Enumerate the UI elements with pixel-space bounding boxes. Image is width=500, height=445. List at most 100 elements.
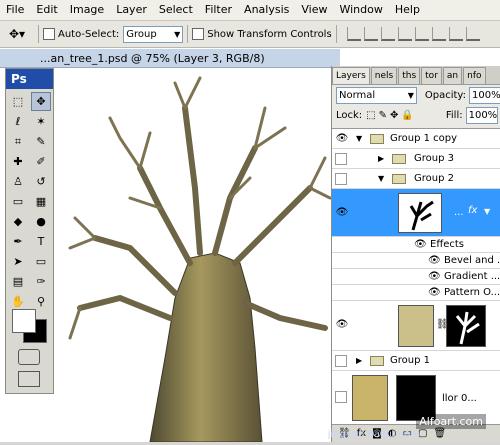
- lock-image-icon[interactable]: ✎: [379, 110, 387, 121]
- lasso-tool-icon[interactable]: ℓ: [8, 112, 28, 131]
- opacity-field[interactable]: 100%: [469, 86, 500, 104]
- show-transform-label: Show Transform Controls: [207, 28, 332, 40]
- align-right-icon[interactable]: [431, 27, 446, 41]
- layer-row-group-1-copy[interactable]: 👁 ▼ Group 1 copy: [332, 129, 500, 149]
- visibility-eye-icon[interactable]: 👁: [335, 133, 349, 145]
- move-tool-icon[interactable]: ✥: [31, 92, 51, 111]
- gradient-tool-icon[interactable]: ▦: [31, 192, 51, 211]
- tab-navigator[interactable]: tor: [421, 67, 442, 84]
- quick-mask-icon[interactable]: [18, 349, 40, 365]
- auto-select-label: Auto-Select:: [58, 28, 120, 40]
- effect-pattern-row[interactable]: 👁 Pattern O...: [332, 285, 500, 301]
- align-bottom-icon[interactable]: [380, 27, 395, 41]
- chevron-down-icon[interactable]: ▼: [378, 174, 384, 183]
- align-hcenter-icon[interactable]: [414, 27, 429, 41]
- chevron-right-icon[interactable]: ▶: [378, 154, 384, 163]
- effect-name: Pattern O...: [444, 287, 500, 298]
- chevron-down-icon[interactable]: ▼: [356, 134, 362, 143]
- folder-icon: [370, 134, 384, 144]
- fx-badge[interactable]: fx: [468, 205, 477, 216]
- magic-wand-tool-icon[interactable]: ✶: [31, 112, 51, 131]
- lock-all-icon[interactable]: 🔒: [401, 110, 413, 121]
- notes-tool-icon[interactable]: ▤: [8, 272, 28, 291]
- tab-paths[interactable]: ths: [398, 67, 421, 84]
- move-tool-preset-icon[interactable]: ✥▾: [0, 23, 34, 45]
- effects-row[interactable]: 👁 Effects: [332, 237, 500, 253]
- visibility-toggle[interactable]: [335, 173, 347, 185]
- tab-layers[interactable]: Layers: [332, 67, 370, 84]
- tab-info[interactable]: nfo: [463, 67, 486, 84]
- path-select-icon[interactable]: ➤: [8, 252, 28, 271]
- opacity-value: 100%: [472, 89, 500, 101]
- chevron-down-icon[interactable]: ▼: [484, 207, 490, 216]
- fill-field[interactable]: 100%: [465, 106, 498, 124]
- trash-icon[interactable]: 🗑: [434, 428, 447, 439]
- history-brush-icon[interactable]: ↺: [31, 172, 51, 191]
- distribute-icon[interactable]: [465, 27, 480, 41]
- separator: [335, 25, 337, 43]
- layer-row-layer-3-selected[interactable]: 👁 ... fx ▼: [332, 189, 500, 237]
- stamp-tool-icon[interactable]: ♙: [8, 172, 28, 191]
- layer-row-group-2[interactable]: ▼ Group 2: [332, 169, 500, 189]
- effect-eye-icon[interactable]: 👁: [428, 287, 441, 298]
- menu-view[interactable]: View: [295, 0, 333, 20]
- menu-window[interactable]: Window: [333, 0, 388, 20]
- auto-select-checkbox[interactable]: [43, 28, 55, 40]
- pen-tool-icon[interactable]: ✒: [8, 232, 28, 251]
- effect-gradient-row[interactable]: 👁 Gradient ...: [332, 269, 500, 285]
- eyedropper-tool-icon[interactable]: ✑: [31, 272, 51, 291]
- tab-channels[interactable]: nels: [370, 67, 398, 84]
- lock-transparency-icon[interactable]: ⬚: [366, 110, 375, 121]
- options-bar: ✥▾ Auto-Select: Group ▼ Show Transform C…: [0, 21, 500, 48]
- align-buttons: [346, 27, 480, 41]
- eraser-tool-icon[interactable]: ▭: [8, 192, 28, 211]
- menu-select[interactable]: Select: [153, 0, 199, 20]
- menu-image[interactable]: Image: [64, 0, 110, 20]
- menu-analysis[interactable]: Analysis: [238, 0, 295, 20]
- effect-eye-icon[interactable]: 👁: [428, 255, 441, 266]
- dodge-tool-icon[interactable]: ●: [31, 212, 51, 231]
- document-title-tab[interactable]: ...an_tree_1.psd @ 75% (Layer 3, RGB/8): [0, 49, 340, 68]
- layer-row-group-1[interactable]: ▶ Group 1: [332, 351, 500, 371]
- show-transform-checkbox[interactable]: [192, 28, 205, 40]
- auto-select-dropdown[interactable]: Group ▼: [123, 25, 184, 43]
- visibility-eye-icon[interactable]: 👁: [335, 319, 349, 331]
- distribute-icon[interactable]: [448, 27, 463, 41]
- visibility-toggle[interactable]: [335, 355, 347, 367]
- layer-row-tree-masked[interactable]: 👁 ⛓: [332, 301, 500, 351]
- visibility-toggle[interactable]: [335, 153, 347, 165]
- separator: [38, 25, 39, 43]
- blend-mode-dropdown[interactable]: Normal ▼: [336, 86, 417, 104]
- chevron-right-icon[interactable]: ▶: [356, 356, 362, 365]
- crop-tool-icon[interactable]: ⌗: [8, 132, 28, 151]
- lock-position-icon[interactable]: ✥: [390, 110, 398, 121]
- layer-thumbnail: [352, 375, 388, 421]
- align-top-icon[interactable]: [346, 27, 361, 41]
- menu-layer[interactable]: Layer: [110, 0, 153, 20]
- align-left-icon[interactable]: [397, 27, 412, 41]
- marquee-tool-icon[interactable]: ⬚: [8, 92, 28, 111]
- slice-tool-icon[interactable]: ✎: [31, 132, 51, 151]
- effect-bevel-row[interactable]: 👁 Bevel and ...: [332, 253, 500, 269]
- effect-eye-icon[interactable]: 👁: [428, 271, 441, 282]
- screen-mode-icon[interactable]: [18, 371, 40, 387]
- watermark-subtext: jingyan.baidu.com: [327, 429, 420, 440]
- shape-tool-icon[interactable]: ▭: [31, 252, 51, 271]
- menu-help[interactable]: Help: [389, 0, 426, 20]
- brush-tool-icon[interactable]: ✐: [31, 152, 51, 171]
- foreground-color-swatch[interactable]: [12, 309, 36, 333]
- visibility-eye-icon[interactable]: 👁: [335, 207, 349, 219]
- menu-filter[interactable]: Filter: [199, 0, 238, 20]
- effects-eye-icon[interactable]: 👁: [414, 239, 427, 250]
- tab-histogram[interactable]: an: [442, 67, 463, 84]
- folder-icon: [392, 174, 406, 184]
- menu-edit[interactable]: Edit: [30, 0, 63, 20]
- visibility-toggle[interactable]: [335, 391, 347, 403]
- blur-tool-icon[interactable]: ◆: [8, 212, 28, 231]
- layer-name: Group 1: [390, 355, 430, 366]
- type-tool-icon[interactable]: T: [31, 232, 51, 251]
- align-vcenter-icon[interactable]: [363, 27, 378, 41]
- healing-tool-icon[interactable]: ✚: [8, 152, 28, 171]
- menu-file[interactable]: File: [0, 0, 30, 20]
- layer-row-group-3[interactable]: ▶ Group 3: [332, 149, 500, 169]
